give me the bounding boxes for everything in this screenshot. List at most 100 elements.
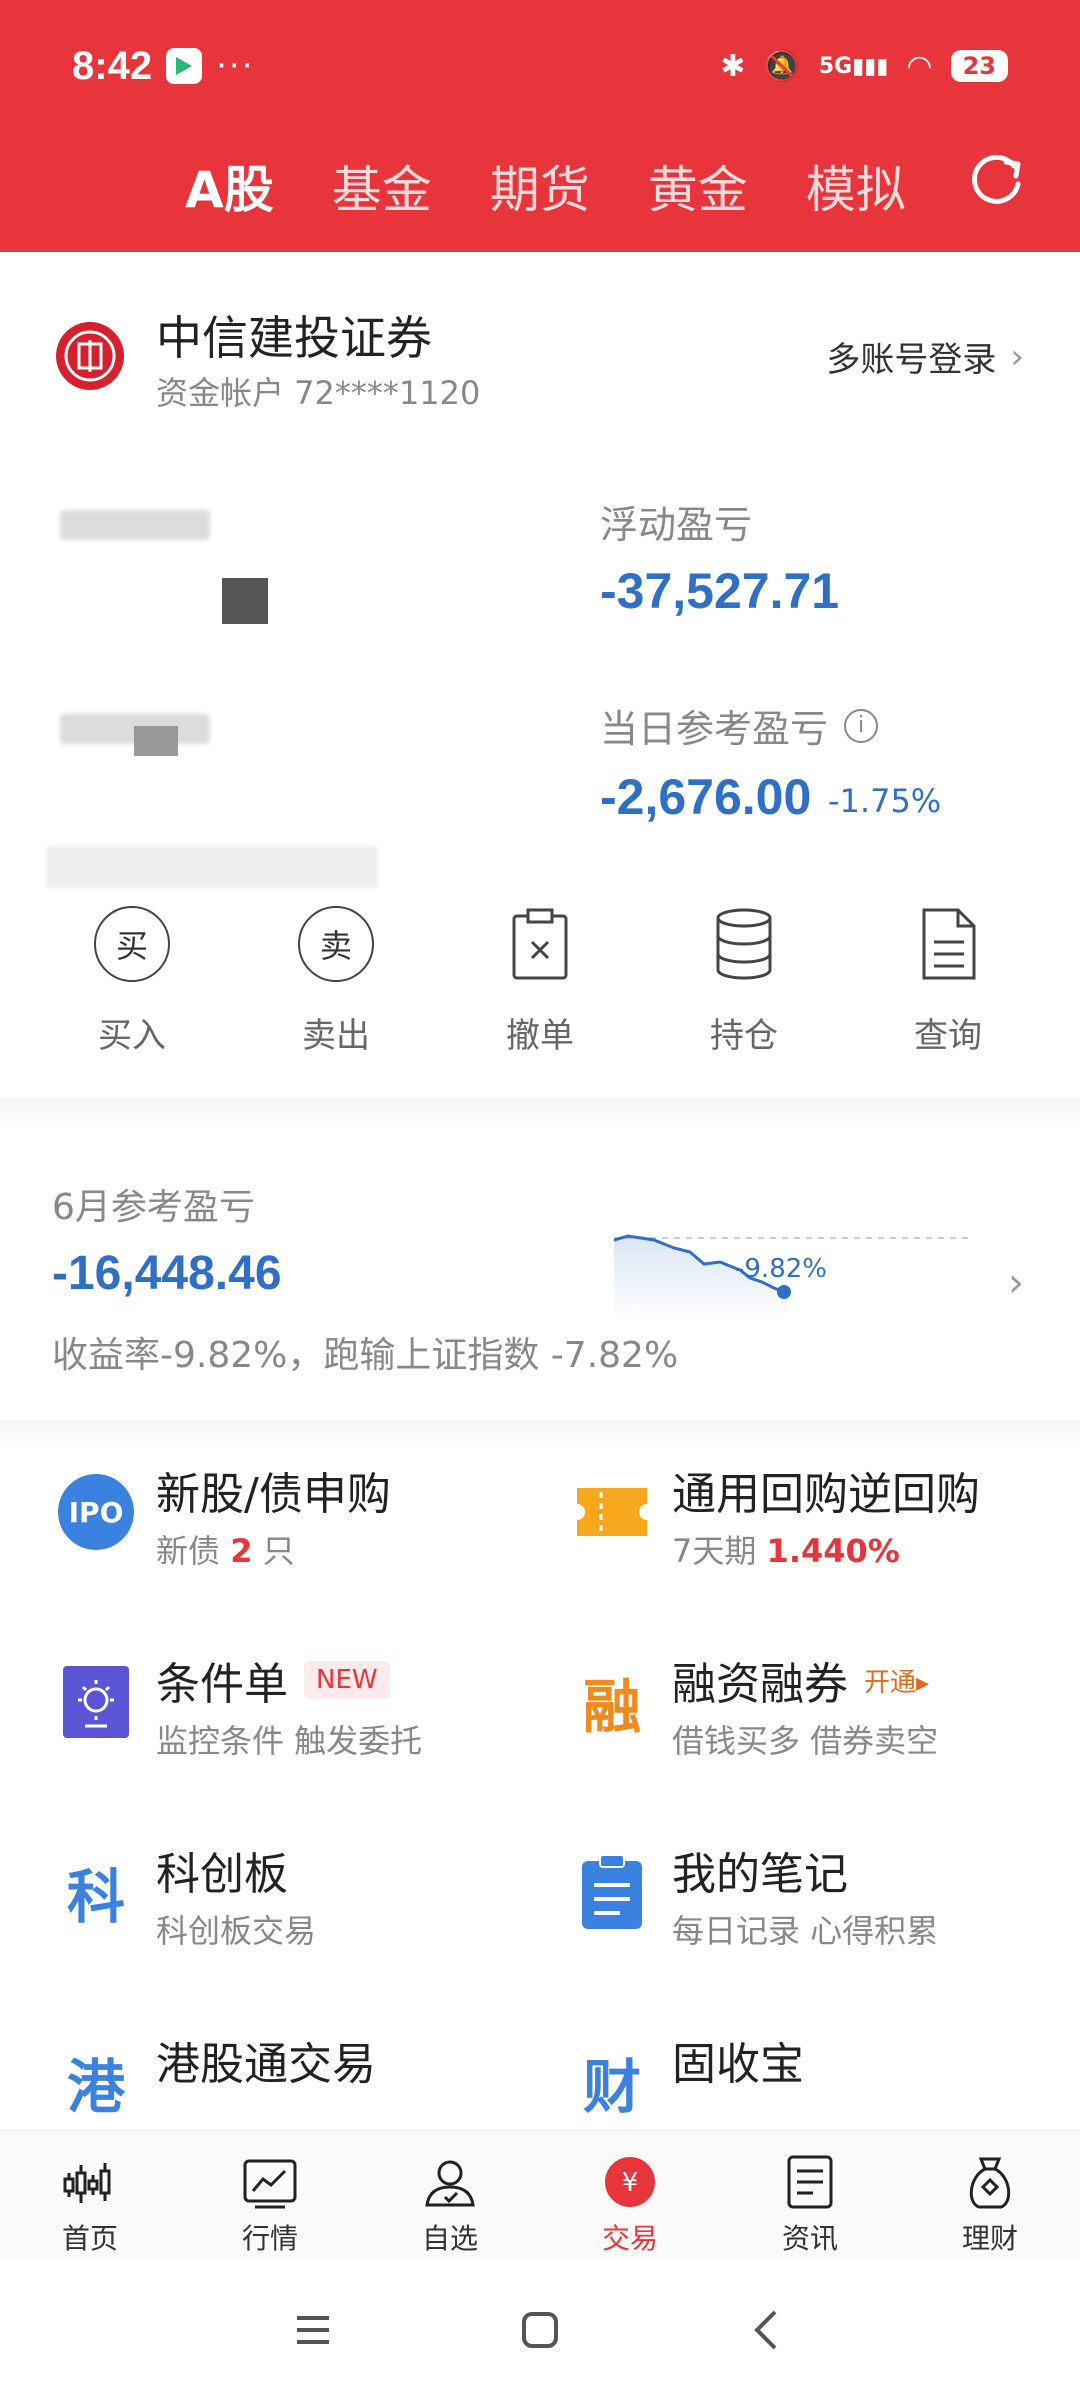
- nav-home[interactable]: 首页: [15, 2131, 165, 2260]
- sell-label: 卖出: [302, 1016, 370, 1056]
- nav-label: 自选: [421, 2222, 478, 2255]
- service-title: 新股/债申购: [156, 1469, 391, 1520]
- tab-funds[interactable]: 基金: [332, 150, 432, 222]
- service-condition-order[interactable]: 条件单 NEW 监控条件 触发委托: [56, 1648, 576, 1788]
- signal-icon: 5G▮▮▮: [818, 53, 889, 79]
- service-subtitle: 每日记录 心得积累: [672, 1912, 939, 1950]
- nav-wealth[interactable]: 理财: [915, 2131, 1065, 2260]
- news-icon: [787, 2155, 833, 2209]
- nav-watchlist[interactable]: 自选: [375, 2131, 525, 2260]
- service-title: 融资融券 开通▸: [672, 1659, 930, 1710]
- service-hk-connect[interactable]: 港 港股通交易: [56, 2028, 576, 2130]
- section-divider: [0, 1420, 1080, 1454]
- menu-icon[interactable]: [283, 2300, 343, 2360]
- market-tabs: A股 基金 期货 黄金 模拟: [185, 150, 906, 222]
- chevron-right-icon: ›: [1008, 1260, 1024, 1306]
- watchlist-icon: [425, 2160, 475, 2207]
- nav-label: 首页: [61, 2222, 118, 2255]
- redacted-market-value-mark: [134, 726, 178, 756]
- notes-icon: [582, 1854, 642, 1929]
- nav-news[interactable]: 资讯: [735, 2131, 885, 2260]
- service-subtitle: 监控条件 触发委托: [156, 1722, 423, 1760]
- service-margin-trading[interactable]: 融 融资融券 开通▸ 借钱买多 借券卖空: [572, 1648, 1080, 1788]
- holdings-icon: [716, 908, 772, 980]
- battery-indicator: 23: [950, 50, 1008, 82]
- ticket-icon: [577, 1488, 647, 1536]
- service-title: 港股通交易: [156, 2039, 376, 2090]
- account-number: 资金帐户 72****1120: [156, 374, 481, 412]
- section-divider: [0, 1098, 1080, 1132]
- open-badge[interactable]: 开通▸: [864, 1662, 929, 1699]
- trade-icon: ¥: [605, 2157, 655, 2207]
- service-fixed-income[interactable]: 财 固收宝: [572, 2028, 1080, 2130]
- cancel-order-button[interactable]: 撤单: [450, 902, 630, 1092]
- service-subtitle: 7天期 1.440%: [672, 1532, 900, 1570]
- app-notification-icon: [166, 48, 203, 84]
- service-title: 条件单 NEW: [156, 1648, 390, 1712]
- chevron-right-icon: ›: [1010, 336, 1024, 377]
- trade-actions: 买 买入 卖 卖出 撤单 持仓 查询: [0, 902, 1080, 1092]
- broker-logo: [56, 322, 124, 390]
- query-label: 查询: [914, 1016, 982, 1056]
- service-title: 通用回购逆回购: [672, 1469, 980, 1520]
- margin-icon: 融: [582, 1673, 641, 1741]
- star-market-icon: 科: [66, 1863, 125, 1931]
- refresh-icon[interactable]: [970, 154, 1026, 210]
- service-title: 固收宝: [672, 2039, 804, 2090]
- today-pl-percent: -1.75%: [828, 782, 942, 820]
- redacted-total-assets-label: [60, 510, 210, 540]
- nav-label: 行情: [241, 2222, 298, 2255]
- monthly-pl-label: 6月参考盈亏: [52, 1187, 255, 1228]
- market-icon: [243, 2159, 297, 2209]
- status-bar: 8:42 ··· ✱ 🔕 5G▮▮▮ ◠ 23: [72, 36, 1008, 96]
- svg-text:¥: ¥: [622, 2168, 639, 2198]
- nav-label: 理财: [961, 2222, 1018, 2255]
- multi-account-login-link[interactable]: 多账号登录 ›: [826, 332, 1024, 381]
- tab-a-shares[interactable]: A股: [185, 150, 274, 222]
- info-icon[interactable]: i: [844, 708, 879, 743]
- tab-futures[interactable]: 期货: [490, 150, 590, 222]
- mute-icon: 🔕: [763, 48, 801, 84]
- service-title: 我的笔记: [672, 1849, 848, 1900]
- bluetooth-icon: ✱: [720, 48, 746, 84]
- back-icon[interactable]: [737, 2300, 797, 2360]
- holdings-button[interactable]: 持仓: [654, 902, 834, 1092]
- fixed-income-icon: 财: [582, 2053, 641, 2121]
- today-pl-label: 当日参考盈亏 i: [600, 698, 879, 753]
- buy-icon: 买: [94, 906, 170, 982]
- more-notifications-icon: ···: [216, 46, 255, 86]
- nav-label: 资讯: [781, 2222, 838, 2255]
- redacted-bar: [46, 846, 378, 888]
- home-circle-icon[interactable]: [510, 2300, 570, 2360]
- new-badge: NEW: [304, 1661, 390, 1699]
- service-ipo[interactable]: IPO 新股/债申购 新债 2 只: [56, 1458, 576, 1598]
- cancel-order-label: 撤单: [506, 1016, 574, 1056]
- nav-market[interactable]: 行情: [195, 2131, 345, 2260]
- service-star-market[interactable]: 科 科创板 科创板交易: [56, 1838, 576, 1978]
- monthly-pl-card[interactable]: 6月参考盈亏 -16,448.46 收益率-9.82%，跑输上证指数 -7.82…: [0, 1130, 1080, 1400]
- tab-simulation[interactable]: 模拟: [806, 150, 906, 222]
- nav-trade[interactable]: ¥ 交易: [555, 2131, 705, 2260]
- today-pl-value: -2,676.00: [600, 769, 812, 825]
- broker-name: 中信建投证券: [156, 311, 432, 365]
- service-my-notes[interactable]: 我的笔记 每日记录 心得积累: [572, 1838, 1080, 1978]
- service-subtitle: 新债 2 只: [156, 1532, 295, 1570]
- home-icon: [63, 2163, 111, 2203]
- tab-gold[interactable]: 黄金: [648, 150, 748, 222]
- nav-label: 交易: [601, 2222, 658, 2255]
- sparkline-label: -9.82%: [735, 1254, 827, 1284]
- wealth-icon: [969, 2157, 1011, 2209]
- bottom-navigation: 首页 行情 自选 ¥ 交易 资讯 理财: [0, 2130, 1080, 2260]
- holdings-label: 持仓: [710, 1016, 778, 1056]
- monthly-return-desc: 收益率-9.82%，跑输上证指数 -7.82%: [52, 1335, 679, 1376]
- buy-button[interactable]: 买 买入: [42, 902, 222, 1092]
- service-subtitle: 科创板交易: [156, 1912, 317, 1950]
- header-bar: 8:42 ··· ✱ 🔕 5G▮▮▮ ◠ 23 A股 基金 期货 黄金 模拟: [0, 0, 1080, 252]
- floating-pl-label: 浮动盈亏: [600, 503, 753, 547]
- monthly-pl-value: -16,448.46: [52, 1247, 282, 1300]
- sell-button[interactable]: 卖 卖出: [246, 902, 426, 1092]
- service-reverse-repo[interactable]: 通用回购逆回购 7天期 1.440%: [572, 1458, 1080, 1598]
- ipo-icon: IPO: [58, 1474, 134, 1550]
- query-button[interactable]: 查询: [858, 902, 1038, 1092]
- status-time: 8:42: [72, 43, 153, 88]
